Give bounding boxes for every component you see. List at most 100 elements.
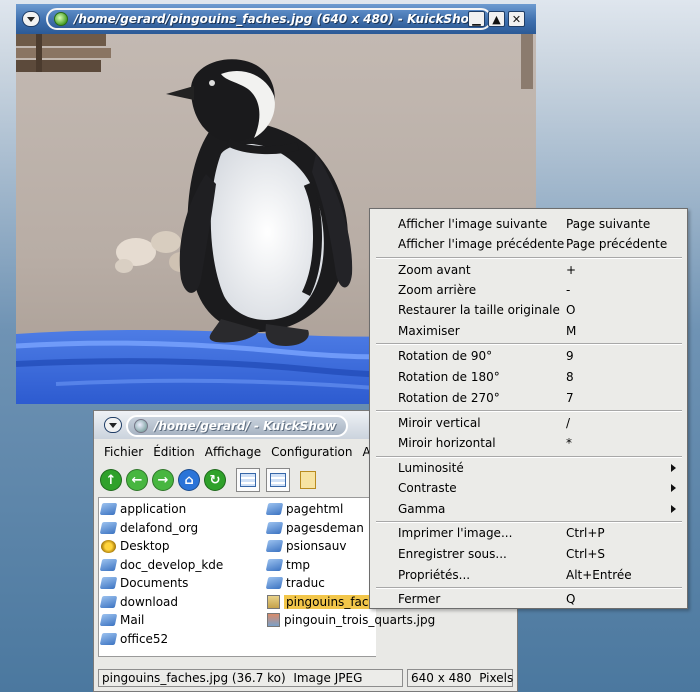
file-name: doc_develop_kde: [120, 557, 224, 572]
menu-item-save-as[interactable]: Enregistrer sous... Ctrl+S: [370, 544, 687, 564]
file-name: pagehtml: [286, 502, 344, 517]
file-name: download: [120, 594, 179, 609]
menu-fichier[interactable]: Fichier: [104, 445, 143, 459]
file-column-left: application delafond_org Desktop doc_dev…: [99, 500, 224, 649]
list-item[interactable]: Desktop: [101, 537, 223, 556]
file-list[interactable]: application delafond_org Desktop doc_dev…: [98, 497, 435, 657]
slideshow-icon[interactable]: [296, 468, 320, 492]
menu-item-maximize[interactable]: Maximiser M: [370, 321, 687, 341]
menu-item-close[interactable]: Fermer Q: [370, 589, 687, 609]
file-name: tmp: [286, 557, 311, 572]
menu-item-rotate-180[interactable]: Rotation de 180° 8: [370, 367, 687, 387]
list-view-icon[interactable]: [266, 468, 290, 492]
menu-item-shortcut: 7: [566, 391, 574, 405]
menu-item-properties[interactable]: Propriétés... Alt+Entrée: [370, 565, 687, 585]
list-item[interactable]: Mail: [99, 611, 223, 630]
folder-icon: [99, 558, 118, 571]
home-icon[interactable]: ⌂: [178, 469, 200, 491]
menu-item-zoom-out[interactable]: Zoom arrière -: [370, 280, 687, 300]
file-name: psionsauv: [286, 539, 347, 554]
menu-item-shortcut: Q: [566, 592, 576, 606]
menu-configuration[interactable]: Configuration: [271, 445, 352, 459]
back-arrow-icon[interactable]: ←: [126, 469, 148, 491]
image-file-icon: [267, 613, 280, 628]
list-item[interactable]: pingouin_trois_quarts.jpg: [267, 611, 435, 630]
menu-item-rotate-90[interactable]: Rotation de 90° 9: [370, 346, 687, 366]
menu-item-shortcut: Page précédente: [566, 237, 668, 251]
status-file: pingouins_faches.jpg (36.7 ko): [102, 671, 286, 685]
folder-icon: [265, 540, 284, 553]
icon-view-icon[interactable]: [236, 468, 260, 492]
status-unit: Pixels: [479, 671, 514, 685]
menu-item-label: Fermer: [398, 592, 441, 606]
file-name: traduc: [286, 576, 325, 591]
menu-item-shortcut: /: [566, 416, 571, 430]
file-name: Documents: [120, 576, 189, 591]
file-name: Desktop: [120, 539, 170, 554]
menu-item-label: Miroir horizontal: [398, 436, 496, 450]
submenu-arrow-icon: [671, 464, 676, 472]
submenu-arrow-icon: [671, 505, 676, 513]
list-item[interactable]: delafond_org: [99, 519, 223, 538]
status-type: Image JPEG: [293, 671, 363, 685]
menu-separator: [376, 410, 682, 412]
context-menu: Afficher l'image suivante Page suivante A…: [369, 208, 688, 609]
menu-item-original-size[interactable]: Restaurer la taille originale O: [370, 300, 687, 320]
menu-item-label: Rotation de 270°: [398, 391, 500, 405]
menu-item-gamma[interactable]: Gamma: [370, 499, 687, 519]
list-item[interactable]: doc_develop_kde: [99, 556, 224, 575]
menu-item-label: Maximiser: [398, 324, 460, 338]
menu-item-rotate-270[interactable]: Rotation de 270° 7: [370, 388, 687, 408]
list-item[interactable]: download: [99, 593, 223, 612]
desktop-icon: [101, 539, 116, 553]
menu-item-label: Imprimer l'image...: [398, 526, 513, 540]
close-button[interactable]: ✕: [508, 11, 525, 27]
file-name: application: [120, 502, 187, 517]
menu-item-label: Enregistrer sous...: [398, 547, 507, 561]
menu-item-label: Propriétés...: [398, 568, 471, 582]
up-arrow-icon[interactable]: ↑: [100, 469, 122, 491]
window-menu-button[interactable]: [22, 11, 40, 27]
forward-arrow-icon[interactable]: →: [152, 469, 174, 491]
menu-item-print[interactable]: Imprimer l'image... Ctrl+P: [370, 523, 687, 543]
menu-edition[interactable]: Édition: [153, 445, 195, 459]
menu-item-contrast[interactable]: Contraste: [370, 478, 687, 498]
submenu-arrow-icon: [671, 484, 676, 492]
maximize-button[interactable]: ▲: [488, 11, 505, 27]
menu-item-next-image[interactable]: Afficher l'image suivante Page suivante: [370, 214, 687, 234]
menu-item-label: Zoom avant: [398, 263, 471, 277]
minimize-button[interactable]: ▁: [468, 11, 485, 27]
reload-icon[interactable]: ↻: [204, 469, 226, 491]
list-item[interactable]: Documents: [99, 574, 223, 593]
folder-icon: [265, 521, 284, 534]
viewer-window-buttons: ▁ ▲ ✕: [468, 11, 525, 27]
menu-item-flip-horizontal[interactable]: Miroir horizontal *: [370, 433, 687, 453]
menu-item-brightness[interactable]: Luminosité: [370, 458, 687, 478]
browser-window-title: /home/gerard/ - KuickShow: [154, 419, 337, 433]
menu-item-shortcut: 9: [566, 349, 574, 363]
list-item[interactable]: office52: [99, 630, 223, 649]
menu-item-label: Rotation de 90°: [398, 349, 493, 363]
file-name: pingouins_fac: [284, 594, 371, 609]
folder-icon: [265, 558, 284, 571]
menu-item-flip-vertical[interactable]: Miroir vertical /: [370, 413, 687, 433]
menu-item-shortcut: Alt+Entrée: [566, 568, 632, 582]
menu-item-zoom-in[interactable]: Zoom avant +: [370, 260, 687, 280]
viewer-window-title: /home/gerard/pingouins_faches.jpg (640 x…: [74, 12, 480, 26]
menu-affichage[interactable]: Affichage: [205, 445, 261, 459]
file-name: delafond_org: [120, 520, 199, 535]
menu-item-label: Rotation de 180°: [398, 370, 500, 384]
status-dimensions: 640 x 480 Pixels: [407, 669, 513, 687]
list-item[interactable]: application: [99, 500, 223, 519]
menu-separator: [376, 257, 682, 259]
status-file-info: pingouins_faches.jpg (36.7 ko) Image JPE…: [98, 669, 403, 687]
menu-item-previous-image[interactable]: Afficher l'image précédente Page précéden…: [370, 234, 687, 254]
viewer-title-pill: /home/gerard/pingouins_faches.jpg (640 x…: [46, 8, 492, 30]
window-menu-button[interactable]: [104, 417, 122, 433]
menu-item-label: Gamma: [398, 502, 446, 516]
file-name: pagesdeman: [286, 520, 364, 535]
folder-icon: [99, 503, 118, 516]
viewer-titlebar[interactable]: /home/gerard/pingouins_faches.jpg (640 x…: [16, 4, 536, 34]
menu-item-shortcut: +: [566, 263, 577, 277]
folder-icon: [265, 503, 284, 516]
